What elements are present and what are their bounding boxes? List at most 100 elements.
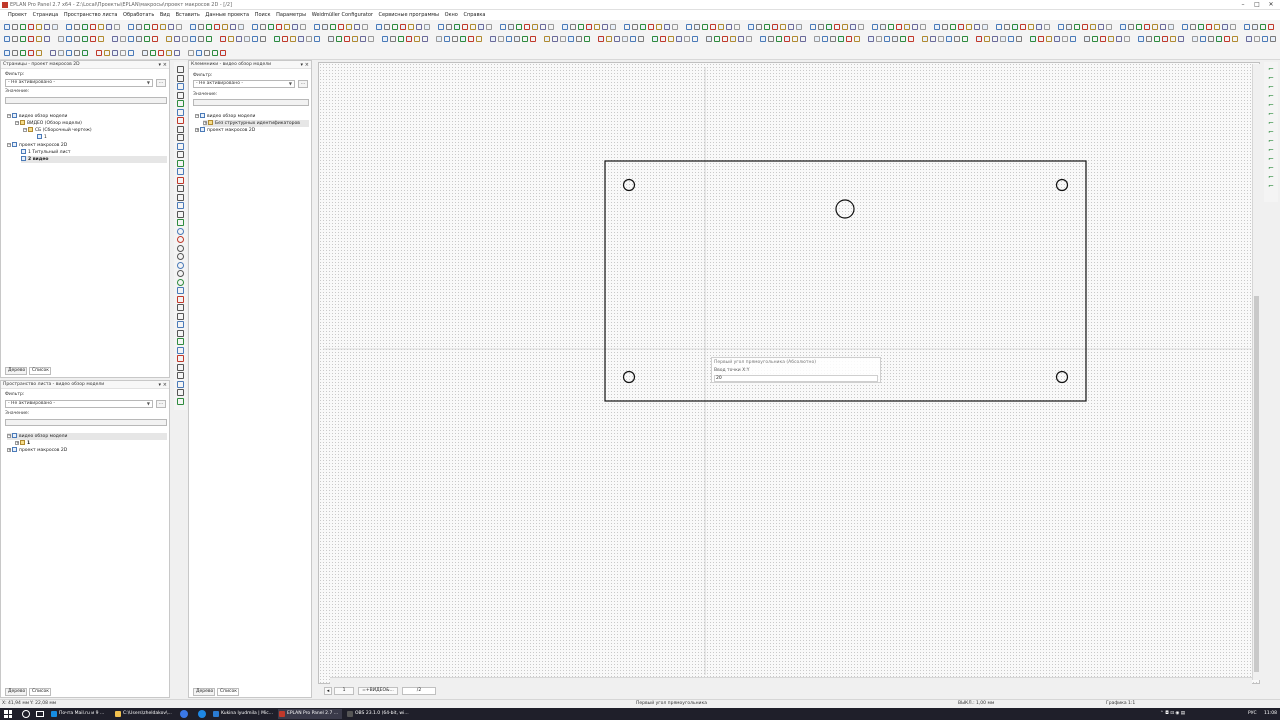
toolbar-button-icon[interactable]: [578, 24, 584, 30]
toolbar-button-icon[interactable]: [328, 36, 334, 42]
tree-node[interactable]: − видео обзор модели: [7, 113, 167, 120]
toolbar-button-icon[interactable]: [668, 36, 674, 42]
toolbar-button-icon[interactable]: [422, 36, 428, 42]
panel-close-icon[interactable]: ×: [163, 61, 167, 69]
toolbar-button-icon[interactable]: [244, 36, 250, 42]
browser-icon[interactable]: [180, 710, 188, 718]
toolbar-button-icon[interactable]: [120, 50, 126, 56]
value-input[interactable]: [5, 419, 167, 426]
toolbar-button-icon[interactable]: [214, 24, 220, 30]
toolbar-button-icon[interactable]: [1192, 36, 1198, 42]
toolbar-button-icon[interactable]: [74, 36, 80, 42]
toolbar-button-icon[interactable]: [142, 50, 148, 56]
page-tab-video[interactable]: =+ВИДЕО&...: [358, 687, 398, 695]
tab-tree[interactable]: Дерево: [5, 688, 27, 696]
toolbar-button-icon[interactable]: [842, 24, 848, 30]
toolbar-button-icon[interactable]: [784, 36, 790, 42]
toolbar-button-icon[interactable]: [220, 36, 226, 42]
toolbar-button-icon[interactable]: [780, 24, 786, 30]
value-input[interactable]: [193, 99, 309, 106]
toolbar-button-icon[interactable]: [52, 24, 58, 30]
panel-close-icon[interactable]: ×: [305, 61, 309, 69]
expand-icon[interactable]: +: [195, 127, 199, 132]
toolbar-button-icon[interactable]: [660, 36, 666, 42]
menu-insert[interactable]: Вставить: [174, 10, 202, 20]
toolbar-button-icon[interactable]: [602, 24, 608, 30]
toolbar-button-icon[interactable]: [152, 36, 158, 42]
toolbar-button-icon[interactable]: [406, 36, 412, 42]
toolbar-button-icon[interactable]: [838, 36, 844, 42]
toolbar-button-icon[interactable]: [506, 36, 512, 42]
toolbar-button-icon[interactable]: [630, 36, 636, 42]
toolbar-button-icon[interactable]: [20, 36, 26, 42]
toolbar-button-icon[interactable]: [1058, 24, 1064, 30]
toolbar-button-icon[interactable]: [198, 24, 204, 30]
toolbar-button-icon[interactable]: [1162, 36, 1168, 42]
toolbar-button-icon[interactable]: [454, 24, 460, 30]
toolbar-button-icon[interactable]: [946, 36, 952, 42]
menu-process[interactable]: Обработать: [121, 10, 156, 20]
toolbar-button-icon[interactable]: [44, 24, 50, 30]
toolbar-button-icon[interactable]: [544, 36, 550, 42]
toolbar-button-icon[interactable]: [810, 24, 816, 30]
toolbar-button-icon[interactable]: [638, 36, 644, 42]
toolbar-button-icon[interactable]: [206, 24, 212, 30]
drawing-tool-icon[interactable]: [177, 389, 184, 396]
toolbar-button-icon[interactable]: [306, 36, 312, 42]
tab-list[interactable]: Список: [29, 688, 51, 696]
toolbar-button-icon[interactable]: [330, 24, 336, 30]
toolbar-button-icon[interactable]: [962, 36, 968, 42]
collapse-icon[interactable]: −: [7, 142, 11, 147]
toolbar-button-icon[interactable]: [1070, 36, 1076, 42]
toolbar-button-icon[interactable]: [322, 24, 328, 30]
collapse-icon[interactable]: −: [7, 433, 11, 438]
toolbar-button-icon[interactable]: [884, 36, 890, 42]
toolbar-button-icon[interactable]: [594, 24, 600, 30]
drawing-tool-icon[interactable]: [177, 236, 184, 243]
close-button[interactable]: ✕: [1264, 1, 1278, 9]
toolbar-button-icon[interactable]: [522, 36, 528, 42]
menu-weidmuller[interactable]: Weidmüller Configurator: [310, 10, 375, 20]
toolbar-button-icon[interactable]: [1000, 36, 1006, 42]
hole-bottom-left[interactable]: [622, 370, 636, 384]
toolbar-button-icon[interactable]: [1138, 36, 1144, 42]
snap-tool-icon[interactable]: ⌐: [1268, 102, 1275, 109]
toolbar-button-icon[interactable]: [664, 24, 670, 30]
toolbar-button-icon[interactable]: [4, 50, 10, 56]
toolbar-button-icon[interactable]: [1146, 36, 1152, 42]
toolbar-button-icon[interactable]: [500, 24, 506, 30]
toolbar-button-icon[interactable]: [114, 24, 120, 30]
toolbar-button-icon[interactable]: [1038, 36, 1044, 42]
toolbar-button-icon[interactable]: [562, 24, 568, 30]
toolbar-button-icon[interactable]: [222, 24, 228, 30]
tab-tree[interactable]: Дерево: [193, 688, 215, 696]
filter-dots-button[interactable]: ...: [156, 400, 166, 408]
toolbar-button-icon[interactable]: [144, 36, 150, 42]
toolbar-button-icon[interactable]: [610, 24, 616, 30]
toolbar-button-icon[interactable]: [282, 36, 288, 42]
drawing-tool-icon[interactable]: [177, 338, 184, 345]
toolbar-button-icon[interactable]: [198, 36, 204, 42]
toolbar-button-icon[interactable]: [136, 36, 142, 42]
pin-icon[interactable]: ▾: [158, 61, 161, 69]
minimize-button[interactable]: –: [1236, 1, 1250, 9]
taskbar-item-outlook[interactable]: Kukina lyudmila | Mic...: [212, 709, 274, 719]
toolbar-button-icon[interactable]: [570, 24, 576, 30]
toolbar-button-icon[interactable]: [1200, 36, 1206, 42]
toolbar-button-icon[interactable]: [96, 50, 102, 56]
toolbar-button-icon[interactable]: [684, 36, 690, 42]
tab-list[interactable]: Список: [29, 367, 51, 375]
tab-tree[interactable]: Дерево: [5, 367, 27, 375]
toolbar-button-icon[interactable]: [1062, 36, 1068, 42]
drawing-tool-icon[interactable]: [177, 66, 184, 73]
toolbar-button-icon[interactable]: [168, 24, 174, 30]
toolbar-button-icon[interactable]: [1028, 24, 1034, 30]
toolbar-button-icon[interactable]: [1260, 24, 1266, 30]
toolbar-button-icon[interactable]: [28, 36, 34, 42]
toolbar-button-icon[interactable]: [686, 24, 692, 30]
tree-node[interactable]: − проект макросов 2D: [7, 142, 167, 149]
drawing-tool-icon[interactable]: [177, 108, 184, 116]
toolbar-button-icon[interactable]: [1152, 24, 1158, 30]
toolbar-button-icon[interactable]: [756, 24, 762, 30]
toolbar-button-icon[interactable]: [992, 36, 998, 42]
